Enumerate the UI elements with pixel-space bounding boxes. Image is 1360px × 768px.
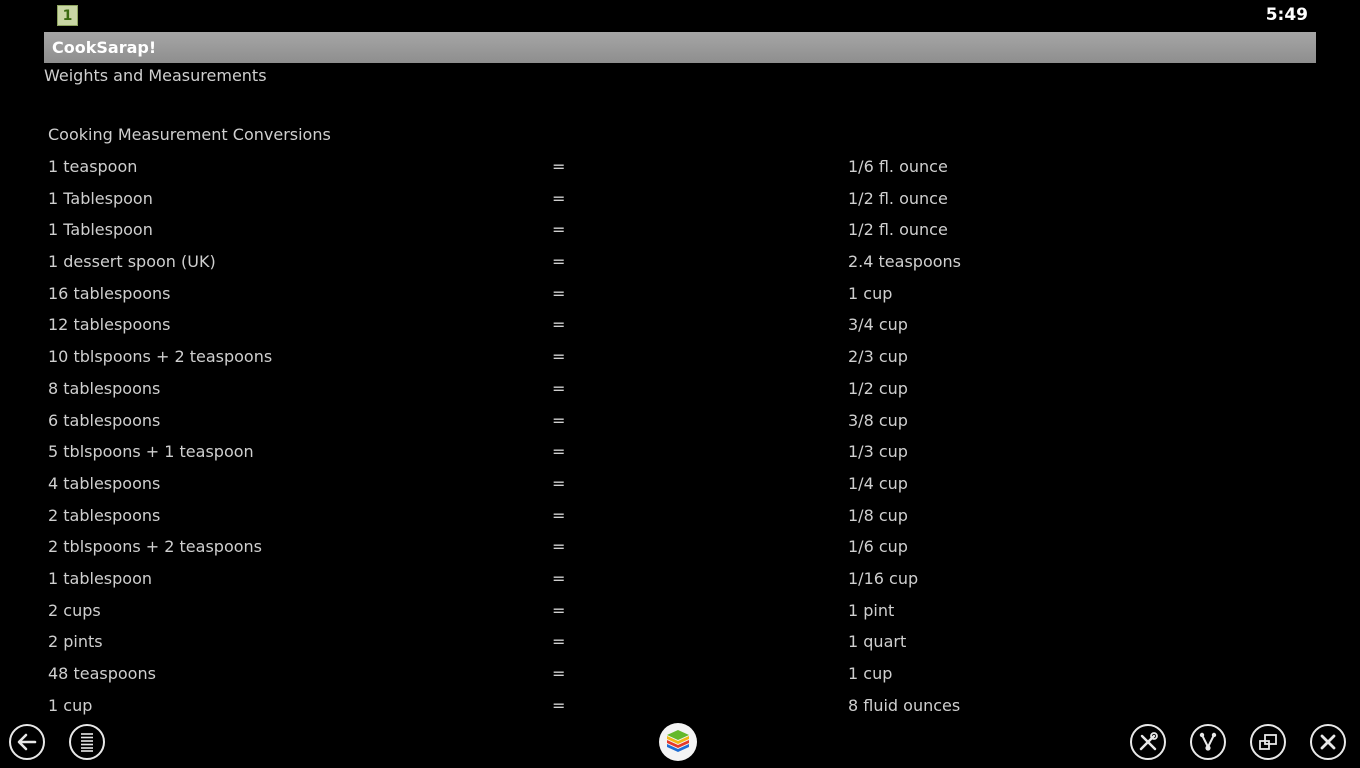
conversion-to: 2.4 teaspoons [848, 252, 961, 272]
conversion-equals: = [552, 188, 566, 208]
conversion-from: 8 tablespoons [48, 378, 161, 398]
table-row: 16 tablespoons = 1 cup [48, 279, 1308, 311]
conversion-equals: = [552, 220, 566, 240]
table-row: 48 teaspoons = 1 cup [48, 659, 1308, 691]
conversion-to: 1/2 fl. ounce [848, 220, 948, 240]
conversion-to: 1/4 cup [848, 473, 908, 493]
conversion-to: 1/6 cup [848, 537, 908, 557]
conversion-equals: = [552, 378, 566, 398]
close-button[interactable] [1310, 724, 1346, 760]
table-row: 2 tblspoons + 2 teaspoons = 1/6 cup [48, 532, 1308, 564]
menu-icon [81, 733, 93, 752]
conversion-from: 1 cup [48, 695, 93, 715]
conversion-to: 1/8 cup [848, 505, 908, 525]
menu-button[interactable] [69, 724, 105, 760]
conversion-to: 3/8 cup [848, 410, 908, 430]
conversion-to: 1 pint [848, 600, 895, 620]
table-row: 1 teaspoon = 1/6 fl. ounce [48, 152, 1308, 184]
resize-window-button[interactable] [1250, 724, 1286, 760]
conversion-to: 1 quart [848, 632, 907, 652]
share-icon [1199, 732, 1217, 751]
back-button[interactable] [9, 724, 45, 760]
conversion-equals: = [552, 632, 566, 652]
conversion-equals: = [552, 505, 566, 525]
conversion-from: 2 pints [48, 632, 103, 652]
table-row: 2 pints = 1 quart [48, 627, 1308, 659]
conversion-from: 5 tblspoons + 1 teaspoon [48, 442, 254, 462]
conversion-equals: = [552, 252, 566, 272]
resize-window-icon [1259, 734, 1277, 750]
table-row: 2 tablespoons = 1/8 cup [48, 501, 1308, 533]
status-bar: 1 5:49 [0, 0, 1360, 31]
table-row: 2 cups = 1 pint [48, 596, 1308, 628]
conversion-to: 8 fluid ounces [848, 695, 961, 715]
conversion-equals: = [552, 537, 566, 557]
table-row: 10 tblspoons + 2 teaspoons = 2/3 cup [48, 342, 1308, 374]
conversion-from: 2 tblspoons + 2 teaspoons [48, 537, 262, 557]
conversion-equals: = [552, 664, 566, 683]
conversion-from: 1 Tablespoon [48, 188, 153, 208]
app-title-bar: CookSarap! [44, 32, 1316, 63]
page-heading: Weights and Measurements [44, 66, 267, 85]
app-title: CookSarap! [52, 38, 157, 57]
section-heading: Cooking Measurement Conversions [48, 125, 331, 144]
conversion-to: 1/2 fl. ounce [848, 188, 948, 208]
conversion-to: 1/3 cup [848, 442, 908, 462]
conversion-to: 1/6 fl. ounce [848, 157, 948, 176]
conversion-from: 2 cups [48, 600, 101, 620]
conversion-to: 1/2 cup [848, 378, 908, 398]
conversion-from: 16 tablespoons [48, 283, 171, 303]
conversion-from: 1 tablespoon [48, 568, 152, 588]
conversion-equals: = [552, 410, 566, 430]
conversion-table: 1 teaspoon = 1/6 fl. ounce 1 Tablespoon = 1/2… [48, 152, 1308, 722]
close-icon [1320, 734, 1336, 750]
conversion-from: 6 tablespoons [48, 410, 161, 430]
table-row: 1 tablespoon = 1/16 cup [48, 564, 1308, 596]
conversion-to: 1 cup [848, 664, 893, 683]
table-row: 1 dessert spoon (UK) = 2.4 teaspoons [48, 247, 1308, 279]
conversion-to: 2/3 cup [848, 347, 908, 367]
navigation-bar [0, 718, 1360, 768]
conversion-to: 1/16 cup [848, 568, 919, 588]
table-row: 1 Tablespoon = 1/2 fl. ounce [48, 184, 1308, 216]
bluestacks-home-icon [667, 730, 689, 752]
settings-tools-button[interactable] [1130, 724, 1166, 760]
conversion-equals: = [552, 157, 566, 176]
conversion-to: 3/4 cup [848, 315, 908, 335]
table-row: 5 tblspoons + 1 teaspoon = 1/3 cup [48, 437, 1308, 469]
settings-tools-icon [1139, 732, 1158, 751]
conversion-equals: = [552, 568, 566, 588]
conversion-from: 12 tablespoons [48, 315, 171, 335]
notification-icon: 1 [57, 5, 78, 26]
status-clock: 5:49 [1265, 5, 1308, 25]
table-row: 1 Tablespoon = 1/2 fl. ounce [48, 215, 1308, 247]
conversion-from: 1 teaspoon [48, 157, 138, 176]
conversion-from: 48 teaspoons [48, 664, 156, 683]
conversion-equals: = [552, 600, 566, 620]
conversion-equals: = [552, 442, 566, 462]
conversion-from: 1 dessert spoon (UK) [48, 252, 216, 272]
conversion-equals: = [552, 283, 566, 303]
conversion-equals: = [552, 695, 566, 715]
share-button[interactable] [1190, 724, 1226, 760]
table-row: 12 tablespoons = 3/4 cup [48, 310, 1308, 342]
bluestacks-home-button[interactable] [659, 723, 697, 761]
conversion-from: 1 Tablespoon [48, 220, 153, 240]
table-row: 8 tablespoons = 1/2 cup [48, 374, 1308, 406]
conversion-from: 2 tablespoons [48, 505, 161, 525]
conversion-equals: = [552, 473, 566, 493]
conversion-from: 4 tablespoons [48, 473, 161, 493]
conversion-equals: = [552, 347, 566, 367]
table-row: 4 tablespoons = 1/4 cup [48, 469, 1308, 501]
conversion-from: 10 tblspoons + 2 teaspoons [48, 347, 273, 367]
table-row: 6 tablespoons = 3/8 cup [48, 406, 1308, 438]
conversion-equals: = [552, 315, 566, 335]
back-icon [17, 733, 37, 751]
conversion-to: 1 cup [848, 283, 893, 303]
